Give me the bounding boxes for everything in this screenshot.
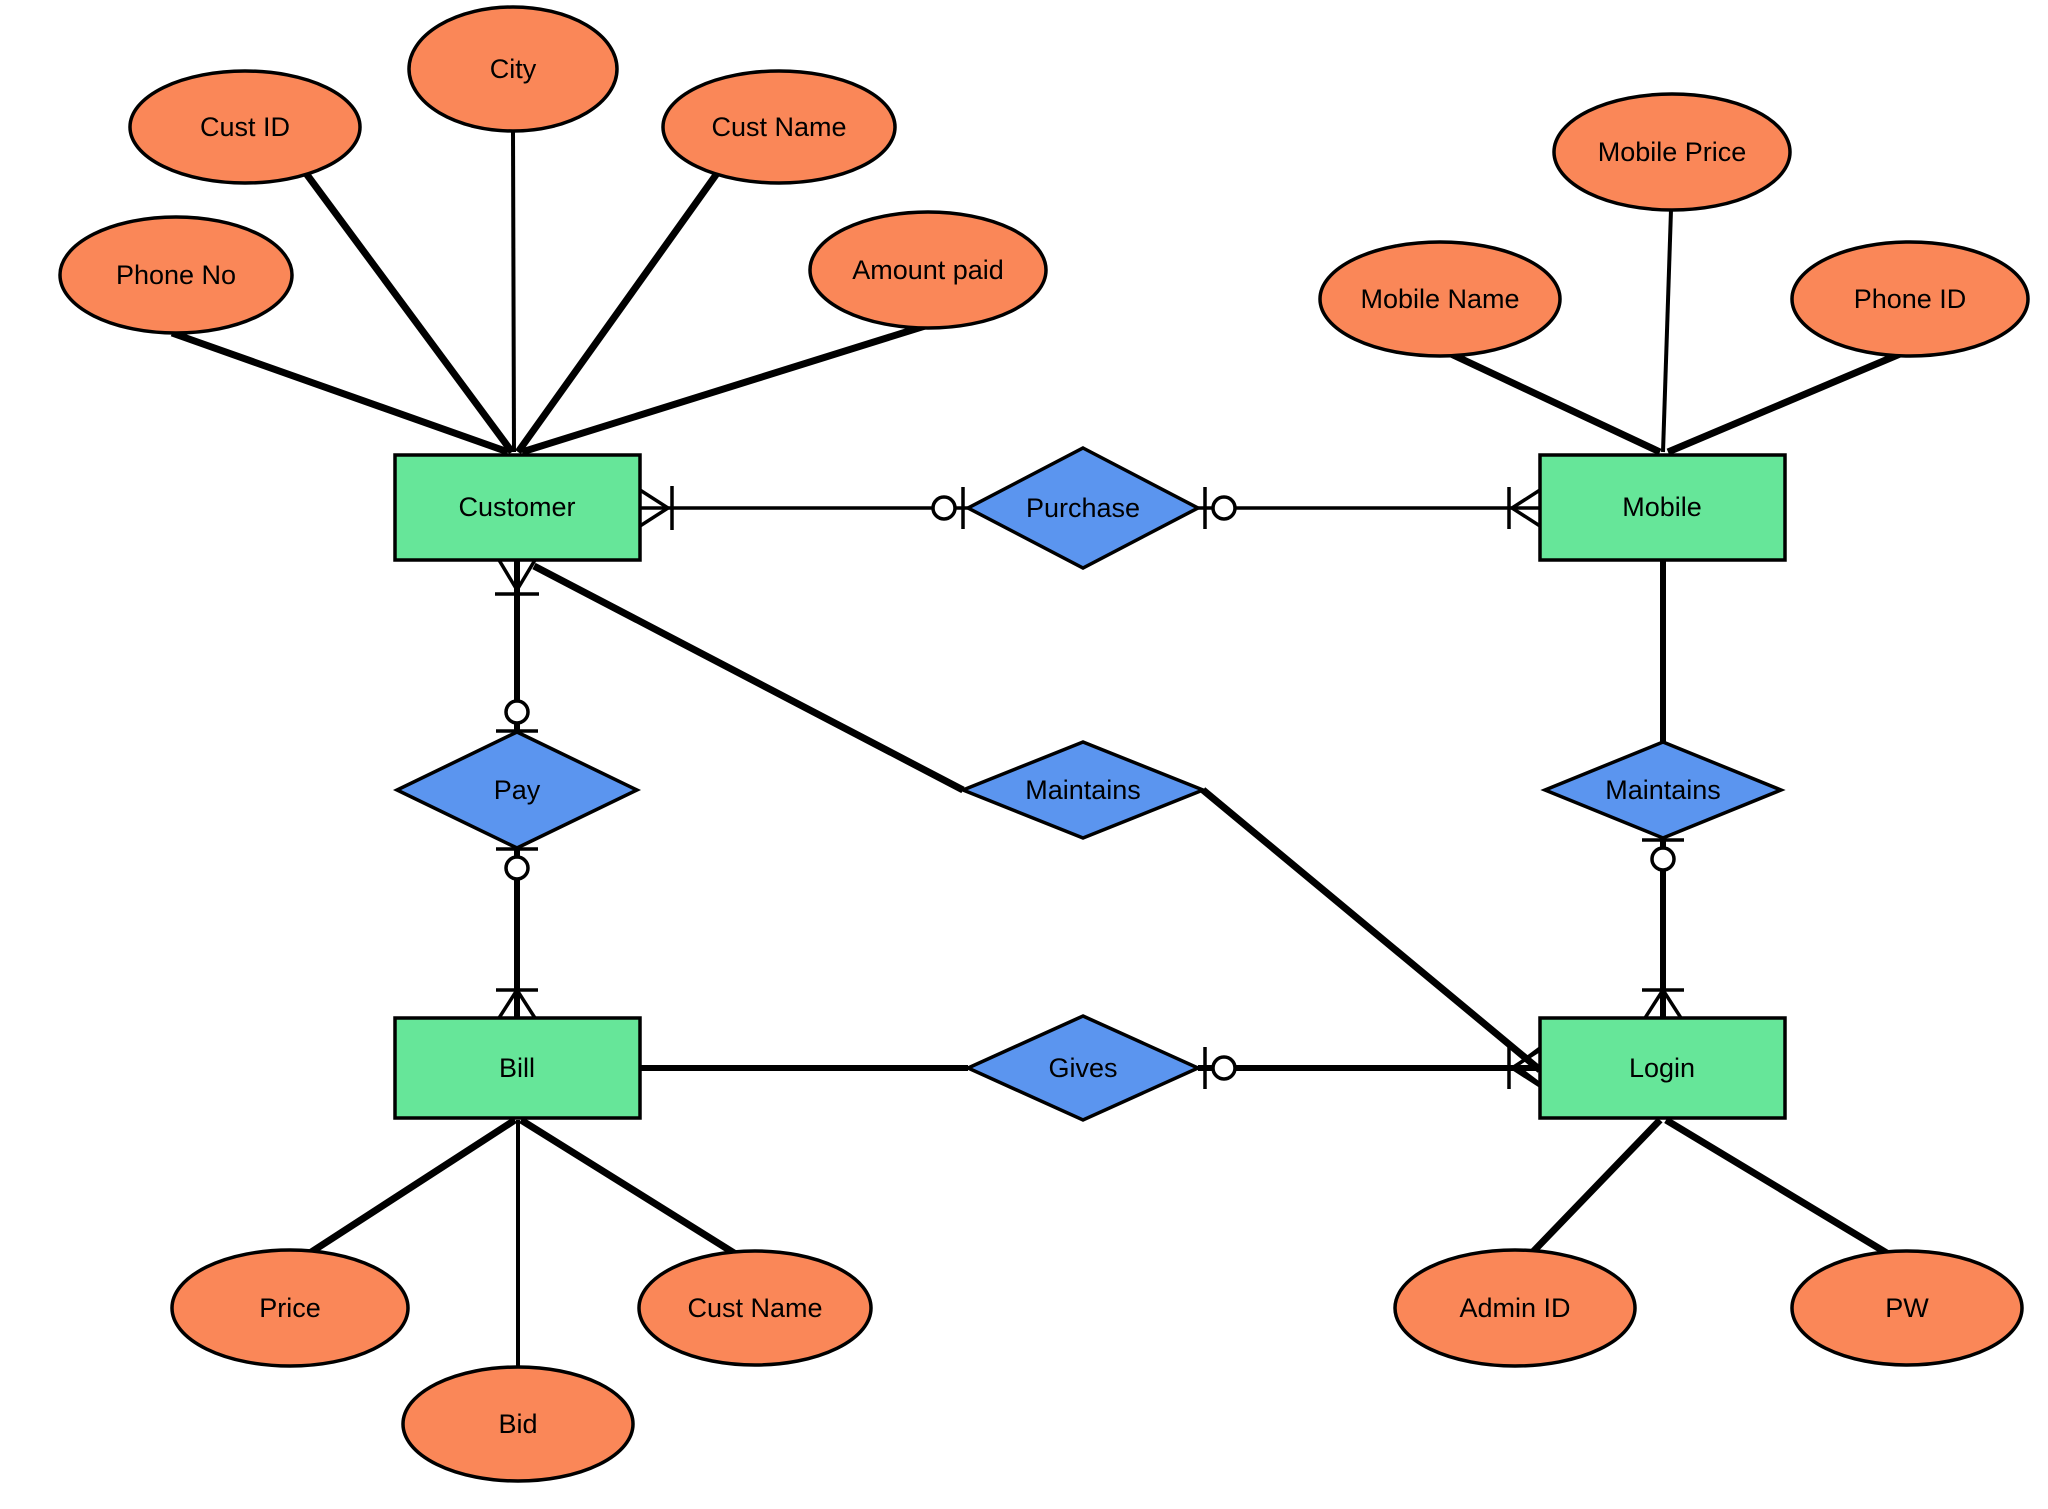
edge-amount-paid (520, 322, 927, 456)
entity-mobile[interactable]: Mobile (1538, 453, 1787, 562)
attribute-label: Bid (498, 1409, 537, 1439)
relationship-pay[interactable]: Pay (392, 730, 642, 850)
relationship-label: Pay (494, 775, 541, 805)
attribute-bill-price[interactable]: Price (170, 1248, 410, 1368)
relationship-label: Maintains (1605, 775, 1721, 805)
attribute-label: Amount paid (852, 255, 1004, 285)
edge-bill-price (300, 1117, 517, 1261)
attribute-admin-id[interactable]: Admin ID (1393, 1248, 1637, 1368)
edge-admin-id (1524, 1117, 1663, 1261)
edge-phone-no (170, 329, 510, 456)
relationship-label: Purchase (1026, 493, 1140, 523)
attribute-label: Cust ID (200, 112, 290, 142)
attribute-city[interactable]: City (407, 5, 619, 133)
er-diagram-canvas: Cust ID City Cust Name Phone No Amount p… (0, 0, 2048, 1509)
attribute-pw[interactable]: PW (1790, 1249, 2024, 1367)
attribute-mobile-name[interactable]: Mobile Name (1318, 240, 1562, 358)
edge-bill-cust-name (519, 1117, 744, 1261)
relationship-label: Maintains (1025, 775, 1141, 805)
entity-label: Bill (499, 1053, 535, 1083)
edge-mobile-price (1661, 209, 1673, 453)
attribute-bill-bid[interactable]: Bid (401, 1365, 635, 1483)
edge-mobile-name (1449, 350, 1662, 456)
attribute-label: Price (259, 1293, 321, 1323)
attribute-label: PW (1885, 1293, 1929, 1323)
attribute-amount-paid[interactable]: Amount paid (808, 210, 1048, 330)
relationship-maintains-left[interactable]: Maintains (958, 740, 1208, 840)
attribute-label: Phone No (116, 260, 236, 290)
attribute-mobile-price[interactable]: Mobile Price (1552, 92, 1792, 212)
entity-label: Customer (458, 492, 575, 522)
attribute-label: Mobile Name (1360, 284, 1519, 314)
attribute-cust-id[interactable]: Cust ID (128, 69, 362, 185)
attribute-label: Cust Name (687, 1293, 822, 1323)
edge-cust-name (515, 169, 721, 455)
relationship-maintains-right[interactable]: Maintains (1540, 740, 1786, 840)
attribute-label: Admin ID (1459, 1293, 1570, 1323)
entity-login[interactable]: Login (1538, 1016, 1787, 1120)
entity-label: Login (1629, 1053, 1695, 1083)
entity-bill[interactable]: Bill (393, 1016, 642, 1120)
edge-cust-id (302, 169, 515, 455)
relationship-purchase[interactable]: Purchase (964, 446, 1202, 570)
attribute-cust-name[interactable]: Cust Name (661, 69, 897, 185)
edge-maintains-login (1200, 787, 1543, 1073)
attributes: Cust ID City Cust Name Phone No Amount p… (58, 5, 2030, 1483)
entity-customer[interactable]: Customer (393, 453, 642, 562)
relationship-gives[interactable]: Gives (963, 1014, 1203, 1122)
entity-label: Mobile (1622, 492, 1702, 522)
edge-pw (1664, 1117, 1897, 1261)
edge-city (511, 130, 516, 453)
edge-phone-id (1666, 350, 1902, 456)
er-diagram-svg: Cust ID City Cust Name Phone No Amount p… (58, 5, 2030, 1483)
relationship-label: Gives (1048, 1053, 1117, 1083)
edge-customer-maintains (532, 562, 965, 794)
attribute-label: Mobile Price (1598, 137, 1747, 167)
attribute-label: Cust Name (711, 112, 846, 142)
attribute-label: City (490, 54, 537, 84)
attribute-label: Phone ID (1854, 284, 1967, 314)
attribute-phone-id[interactable]: Phone ID (1790, 240, 2030, 358)
attribute-phone-no[interactable]: Phone No (58, 215, 294, 335)
attribute-bill-cust-name[interactable]: Cust Name (637, 1249, 873, 1367)
attribute-edges (170, 130, 1902, 1367)
